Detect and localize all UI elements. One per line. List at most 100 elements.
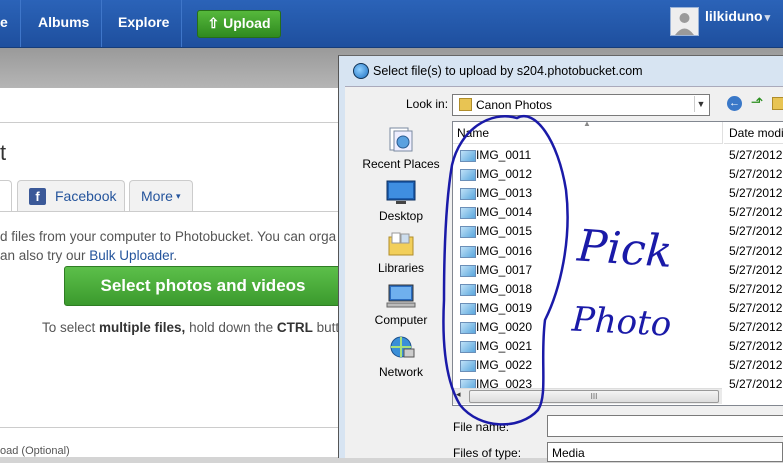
hint-suffix: butt [312,320,340,335]
bulk-uploader-link[interactable]: Bulk Uploader [89,248,173,263]
file-name: IMG_0021 [476,339,533,353]
file-name-label: File name: [453,420,510,434]
image-file-icon [460,302,476,315]
image-file-icon [460,150,476,162]
nav-item-partial[interactable]: e [0,0,8,47]
top-navigation-bar: e Albums Explore ⇧ Upload lilkiduno ▾ [0,0,783,48]
file-name: IMG_0014 [476,205,533,220]
facebook-icon: f [29,188,46,205]
file-date: 5/27/2012 [729,243,783,258]
image-file-icon [460,188,476,201]
file-row[interactable]: IMG_0020 5/27/2012 [453,318,783,337]
file-date: 5/27/2012 [729,300,783,315]
nav-divider [20,0,21,47]
bulk-text-prefix: an also try our [0,248,90,263]
tabs-underline [0,211,345,212]
place-label: Libraries [377,261,425,275]
file-row[interactable]: IMG_0022 5/27/2012 [453,356,783,375]
file-name: IMG_0019 [476,300,533,315]
up-folder-icon[interactable]: ⬏ [750,95,764,111]
file-row[interactable]: IMG_0016 5/27/2012 [453,242,783,261]
tab-facebook[interactable]: f Facebook [17,180,125,212]
file-date: 5/27/2012 [729,281,783,296]
file-row[interactable]: IMG_0018 5/27/2012 [453,280,783,299]
image-file-icon [460,207,476,220]
select-photos-button[interactable]: Select photos and videos [64,266,342,306]
multi-select-hint: To select multiple files, hold down the … [42,320,339,335]
file-date: 5/27/2012 [729,358,783,373]
look-in-label: Look in: [406,97,449,111]
column-header-date[interactable]: Date modi [724,122,783,144]
divider [0,122,345,123]
file-row[interactable]: IMG_0012 5/27/2012 [453,165,783,184]
bulk-uploader-text: an also try our Bulk Uploader. [0,248,177,263]
file-row[interactable]: IMG_0021 5/27/2012 [453,337,783,356]
new-folder-icon[interactable] [772,97,783,110]
hint-prefix: To select [42,320,100,335]
tab-partial[interactable] [0,180,12,212]
upload-button[interactable]: ⇧ Upload [197,10,281,38]
file-row[interactable]: IMG_0019 5/27/2012 [453,299,783,318]
files-of-type-label: Files of type: [453,446,522,460]
file-date: 5/27/2012 [729,167,783,182]
place-libraries[interactable]: Libraries [361,231,441,275]
image-file-icon [460,321,476,334]
file-row[interactable]: IMG_0013 5/27/2012 [453,184,783,203]
file-name-input[interactable] [547,415,783,437]
file-name: IMG_0011 [476,148,532,162]
folder-icon [459,98,472,111]
place-desktop[interactable]: Desktop [361,179,441,223]
image-file-icon [460,264,476,277]
image-file-icon [460,283,476,296]
tab-more-label: More [141,188,173,204]
place-computer[interactable]: Computer [361,283,441,327]
bulk-text-suffix: . [173,248,178,263]
dropdown-arrow-icon[interactable]: ▼ [694,96,707,112]
computer-icon [386,283,416,309]
divider [0,427,345,428]
place-label: Desktop [378,209,424,223]
files-of-type-select[interactable]: Media [547,442,783,462]
upload-label: Upload [223,15,271,31]
place-label: Network [378,365,423,379]
place-recent-places[interactable]: Recent Places [361,127,441,171]
nav-divider [181,0,182,47]
image-file-icon [460,360,476,373]
file-name: IMG_0012 [476,167,533,182]
avatar[interactable] [670,7,699,36]
image-file-icon [460,169,476,182]
sort-ascending-icon: ▲ [583,119,591,128]
look-in-value: Canon Photos [476,98,553,112]
file-date: 5/27/2012 [729,377,783,392]
up-arrow-icon: ⇧ [207,15,220,31]
nav-albums[interactable]: Albums [38,0,89,47]
file-date: 5/27/2012 [729,262,783,277]
place-label: Recent Places [362,157,440,171]
username-label: lilkiduno [705,8,763,24]
file-row[interactable]: IMG_0017 5/27/2012 [453,261,783,280]
file-row[interactable]: IMG_0014 5/27/2012 [453,203,783,222]
file-name: IMG_0016 [476,243,533,258]
user-menu[interactable]: lilkiduno ▾ [705,8,770,24]
nav-explore[interactable]: Explore [118,0,169,47]
back-arrow-icon[interactable]: ← [727,96,742,111]
scroll-left-icon[interactable]: ◂ [456,389,461,400]
chevron-down-icon: ▾ [176,191,181,201]
scrollbar-thumb[interactable]: III [469,390,719,403]
file-name: IMG_0018 [476,281,533,296]
hint-ctrl: CTRL [276,320,313,335]
place-network[interactable]: Network [361,335,441,379]
page-title-partial: t [0,140,7,165]
file-name: IMG_0022 [476,358,533,373]
place-label: Computer [374,313,428,327]
file-name: IMG_0020 [476,319,533,334]
file-date: 5/27/2012 [729,319,783,334]
tab-facebook-label: Facebook [55,188,117,204]
file-row[interactable]: IMG_0011 5/27/2012 [453,146,783,165]
browser-icon [353,63,369,79]
image-file-icon [460,245,476,258]
file-row[interactable]: IMG_0015 5/27/2012 [453,222,783,241]
intro-text: d files from your computer to Photobucke… [0,229,337,244]
nav-divider [101,0,102,47]
tab-more[interactable]: More ▾ [129,180,193,212]
